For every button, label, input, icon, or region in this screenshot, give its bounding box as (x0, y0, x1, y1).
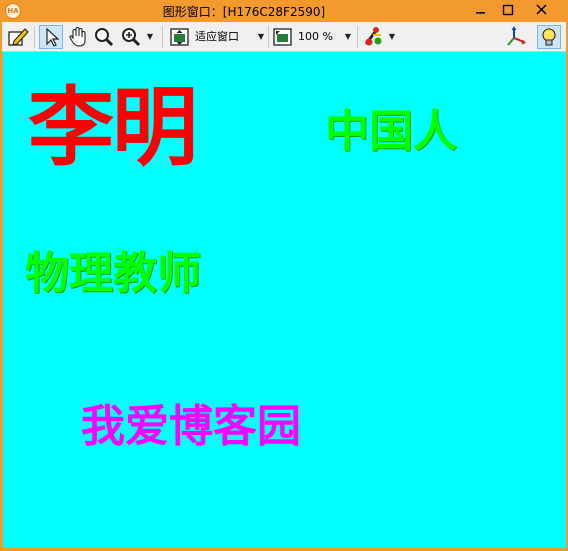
zoom-percent-dropdown[interactable]: 100 % ▼ (272, 25, 354, 49)
close-button[interactable] (519, 0, 565, 20)
canvas-text-name: 李明 (28, 78, 198, 178)
edit-icon (8, 28, 29, 46)
canvas-text-job: 物理教师 (25, 248, 201, 299)
fit-window-icon (170, 28, 189, 46)
colors-dropdown[interactable]: ▼ (361, 25, 397, 49)
chevron-down-icon: ▼ (257, 32, 265, 41)
canvas-text-slogan: 我爱博客园 (81, 401, 301, 452)
toolbar-separator (34, 26, 35, 48)
minimize-button[interactable] (466, 0, 496, 20)
fit-window-label: 适应窗口 (195, 30, 239, 43)
chevron-down-icon: ▼ (344, 32, 352, 41)
chevron-down-icon: ▼ (146, 32, 154, 41)
window-title: 图形窗口：[H176C28F2590] (162, 5, 326, 19)
chevron-down-icon: ▼ (388, 32, 396, 41)
zoom-percent-value: 100 % (298, 30, 333, 43)
edit-button[interactable] (6, 25, 30, 49)
zoom-percent-icon (273, 28, 292, 46)
light-button[interactable] (537, 25, 561, 49)
title-bar[interactable]: HA 图形窗口：[H176C28F2590] (0, 0, 568, 22)
magnify-tool-button[interactable] (92, 25, 116, 49)
hand-icon (69, 26, 86, 47)
zoom-in-icon (122, 28, 141, 47)
magnifier-icon (95, 28, 114, 47)
graphics-window: HA 图形窗口：[H176C28F2590] ▼ 适应窗口 ▼ 100 % ▼ … (0, 0, 568, 551)
toolbar-separator (162, 26, 163, 48)
graphics-canvas[interactable]: 李明 中国人 物理教师 我爱博客园 (3, 52, 566, 548)
axes-button[interactable] (504, 25, 528, 49)
colors-icon (365, 27, 382, 46)
axes-icon (507, 26, 526, 46)
canvas-text-nationality: 中国人 (325, 106, 457, 157)
zoom-in-dropdown[interactable]: ▼ (119, 25, 155, 49)
lightbulb-icon (541, 27, 557, 46)
pan-tool-button[interactable] (66, 25, 90, 49)
fit-window-dropdown[interactable]: 适应窗口 ▼ (169, 25, 265, 49)
pointer-icon (46, 27, 60, 47)
toolbar: ▼ 适应窗口 ▼ 100 % ▼ ▼ (2, 22, 566, 52)
toolbar-separator (357, 26, 358, 48)
toolbar-separator (268, 26, 269, 48)
pointer-tool-button[interactable] (39, 25, 63, 49)
minimize-icon (476, 12, 485, 14)
close-icon (536, 4, 547, 15)
